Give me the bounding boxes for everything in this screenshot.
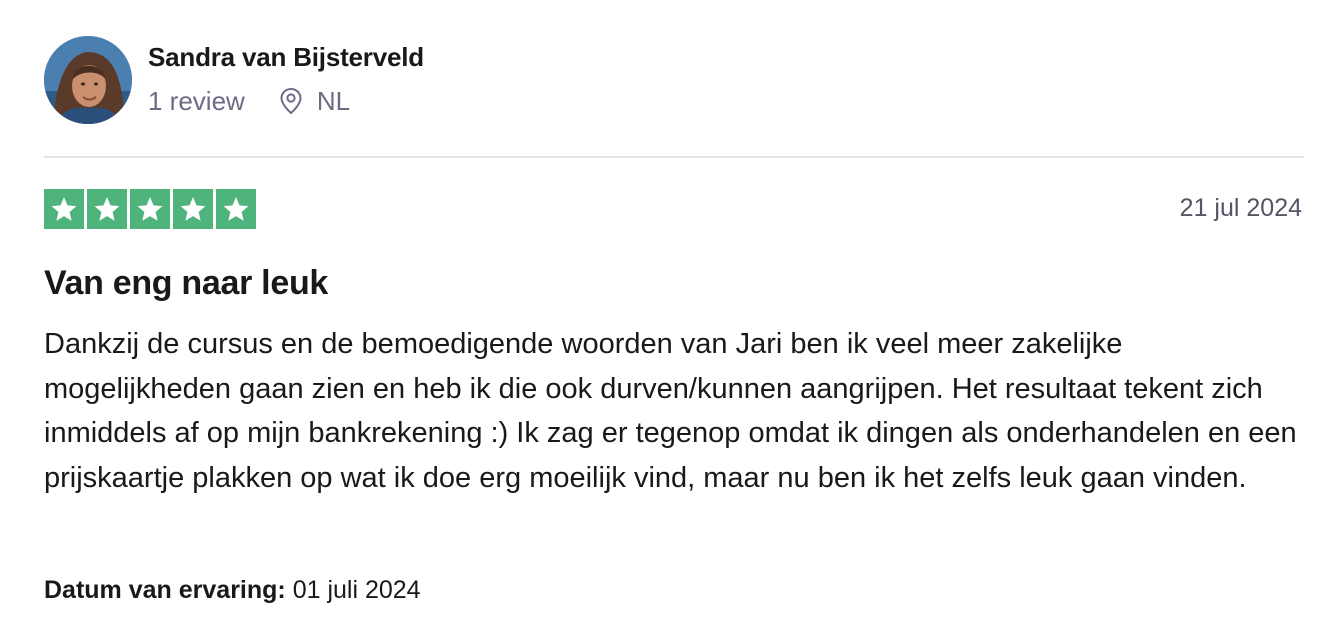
location-pin-icon <box>279 87 303 115</box>
review-date: 21 jul 2024 <box>1179 194 1302 222</box>
divider <box>44 156 1304 158</box>
avatar-image <box>44 36 132 124</box>
review-title[interactable]: Van eng naar leuk <box>44 264 328 303</box>
reviewer-name[interactable]: Sandra van Bijsterveld <box>148 42 424 73</box>
star-rating <box>44 189 256 229</box>
avatar[interactable] <box>44 36 132 124</box>
experience-date: Datum van ervaring: 01 juli 2024 <box>44 576 421 605</box>
review-body: Dankzij de cursus en de bemoedigende woo… <box>44 328 1297 494</box>
reviewer-country: NL <box>316 85 351 116</box>
star-icon <box>216 189 256 229</box>
reviewer-meta: 1 review NL <box>148 84 350 118</box>
experience-date-value: 01 juli 2024 <box>292 576 421 604</box>
star-icon <box>44 189 84 229</box>
star-icon <box>130 189 170 229</box>
star-icon <box>87 189 127 229</box>
review-card: Sandra van Bijsterveld 1 review NL 21 ju… <box>0 0 1342 634</box>
star-icon <box>173 189 213 229</box>
experience-date-label: Datum van ervaring: <box>44 576 286 604</box>
review-count: 1 review <box>148 85 245 116</box>
